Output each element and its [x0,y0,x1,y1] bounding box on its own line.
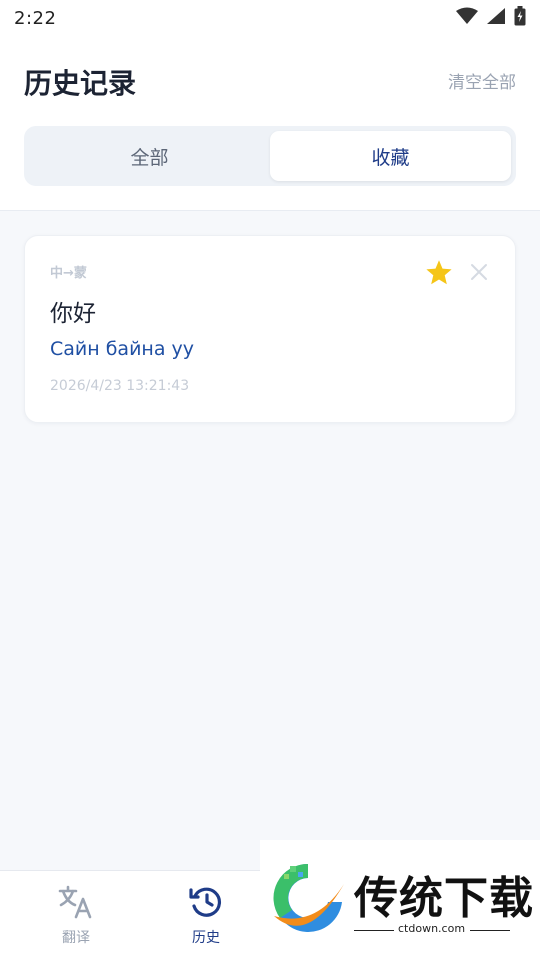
watermark-line-right [470,930,510,931]
battery-icon [514,6,526,30]
nav-translate-label: 翻译 [62,930,90,946]
translate-icon [58,885,94,923]
tab-all[interactable]: 全部 [29,131,270,181]
nav-history[interactable]: 历史 [151,871,261,960]
watermark-logo [268,858,348,942]
history-icon [188,885,224,923]
signal-icon [486,7,506,29]
translated-text: Сайн байна уу [50,338,195,360]
tab-favorites[interactable]: 收藏 [270,131,511,181]
history-card[interactable]: 中→蒙 你好 Сайн байна уу 2026/4/23 13:21:43 [24,235,516,423]
star-icon [425,259,453,290]
status-icons [456,6,526,30]
wifi-icon [456,7,478,29]
clear-all-button[interactable]: 清空全部 [448,68,516,93]
watermark-url: ctdown.com [398,922,466,935]
watermark: 传统下载 ctdown.com [260,840,540,960]
timestamp: 2026/4/23 13:21:43 [50,378,190,394]
close-icon [470,263,488,285]
filter-tabs: 全部 收藏 [24,126,516,186]
page-header: 历史记录 清空全部 全部 收藏 [0,36,540,211]
delete-button[interactable] [463,258,495,290]
status-bar: 2:22 [0,0,540,36]
language-pair: 中→蒙 [50,266,87,281]
nav-history-label: 历史 [192,930,220,946]
status-time: 2:22 [14,7,57,29]
page-title: 历史记录 [24,67,137,100]
watermark-line-left [354,930,394,931]
watermark-text: 传统下载 [354,873,534,924]
nav-translate[interactable]: 翻译 [21,871,131,960]
favorite-star-button[interactable] [423,258,455,290]
source-text: 你好 [50,301,96,327]
